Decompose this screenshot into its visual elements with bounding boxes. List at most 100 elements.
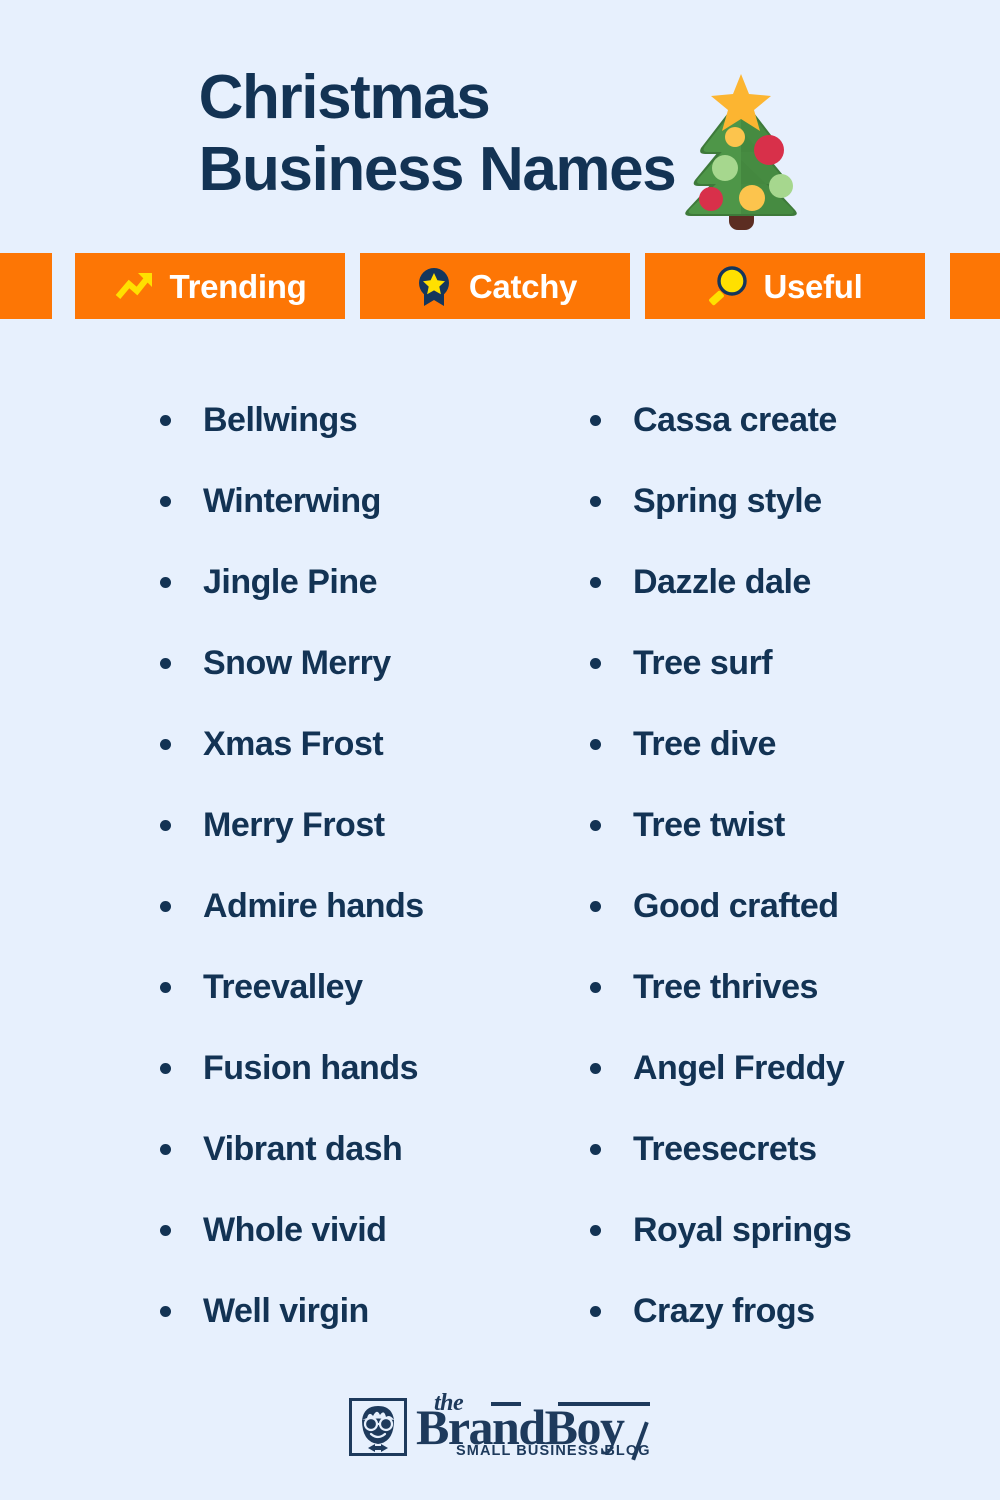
badge-useful-label: Useful xyxy=(763,267,863,305)
list-item[interactable]: Well virgin xyxy=(160,1271,570,1352)
badge-catchy[interactable]: Catchy xyxy=(360,253,630,319)
badge-bar: Trending Catchy Useful xyxy=(0,253,1000,319)
badge-strip-right-edge xyxy=(950,253,1000,319)
bullet-icon xyxy=(590,496,601,507)
list-item-label: Tree dive xyxy=(633,725,776,763)
list-item-label: Royal springs xyxy=(633,1211,852,1249)
right-column-list: Cassa create Spring style Dazzle dale Tr… xyxy=(590,380,1000,1352)
list-item-label: Well virgin xyxy=(203,1292,369,1330)
bullet-icon xyxy=(160,658,171,669)
award-medal-star-icon xyxy=(413,265,455,307)
badge-trending-label: Trending xyxy=(169,267,307,305)
left-column-list: Bellwings Winterwing Jingle Pine Snow Me… xyxy=(160,380,570,1352)
list-item-label: Tree surf xyxy=(633,644,773,682)
bullet-icon xyxy=(160,739,171,750)
logo-tagline: SMALL BUSINESS BLOG xyxy=(456,1443,651,1459)
list-item[interactable]: Tree twist xyxy=(590,785,1000,866)
bullet-icon xyxy=(590,1225,601,1236)
bullet-icon xyxy=(160,1063,171,1074)
list-item-label: Treevalley xyxy=(203,968,363,1006)
list-item-label: Crazy frogs xyxy=(633,1292,815,1330)
list-item-label: Admire hands xyxy=(203,887,424,925)
list-item-label: Winterwing xyxy=(203,482,381,520)
list-item-label: Tree twist xyxy=(633,806,785,844)
list-item[interactable]: Admire hands xyxy=(160,866,570,947)
list-item[interactable]: Whole vivid xyxy=(160,1190,570,1271)
list-item[interactable]: Spring style xyxy=(590,461,1000,542)
list-item-label: Fusion hands xyxy=(203,1049,419,1087)
title-block: Christmas Business Names xyxy=(199,62,802,243)
bullet-icon xyxy=(160,1306,171,1317)
list-item-label: Merry Frost xyxy=(203,806,385,844)
infographic-page: Christmas Business Names Trending Catchy… xyxy=(0,0,1000,1500)
list-item[interactable]: Dazzle dale xyxy=(590,542,1000,623)
page-title: Christmas Business Names xyxy=(198,62,677,206)
list-item-label: Treesecrets xyxy=(633,1130,817,1168)
bullet-icon xyxy=(590,820,601,831)
badge-catchy-label: Catchy xyxy=(468,267,578,305)
christmas-tree-icon xyxy=(681,68,801,243)
bullet-icon xyxy=(160,415,171,426)
list-item[interactable]: Tree dive xyxy=(590,704,1000,785)
bullet-icon xyxy=(590,739,601,750)
trending-up-arrow-icon xyxy=(114,265,156,307)
list-item[interactable]: Treevalley xyxy=(160,947,570,1028)
list-item[interactable]: Merry Frost xyxy=(160,785,570,866)
header: Christmas Business Names xyxy=(0,62,1000,252)
bullet-icon xyxy=(590,1144,601,1155)
page-title-line-1: Christmas xyxy=(198,63,491,132)
brandboy-logo[interactable]: the BrandBoy SMALL BUSINESS BLOG xyxy=(349,1390,651,1463)
name-lists: Bellwings Winterwing Jingle Pine Snow Me… xyxy=(0,380,1000,1370)
list-item[interactable]: Bellwings xyxy=(160,380,570,461)
list-item[interactable]: Xmas Frost xyxy=(160,704,570,785)
list-item-label: Vibrant dash xyxy=(203,1130,403,1168)
bullet-icon xyxy=(590,577,601,588)
list-item[interactable]: Tree surf xyxy=(590,623,1000,704)
list-item[interactable]: Angel Freddy xyxy=(590,1028,1000,1109)
boy-face-with-glasses-icon xyxy=(349,1398,407,1456)
list-item[interactable]: Crazy frogs xyxy=(590,1271,1000,1352)
bullet-icon xyxy=(590,415,601,426)
badge-strip-left-edge xyxy=(0,253,52,319)
bullet-icon xyxy=(590,658,601,669)
list-item[interactable]: Fusion hands xyxy=(160,1028,570,1109)
bullet-icon xyxy=(590,1306,601,1317)
bullet-icon xyxy=(160,577,171,588)
list-item-label: Xmas Frost xyxy=(203,725,384,763)
list-item[interactable]: Good crafted xyxy=(590,866,1000,947)
bullet-icon xyxy=(160,820,171,831)
list-item[interactable]: Treesecrets xyxy=(590,1109,1000,1190)
list-item[interactable]: Jingle Pine xyxy=(160,542,570,623)
list-item[interactable]: Snow Merry xyxy=(160,623,570,704)
list-item-label: Cassa create xyxy=(633,401,837,439)
list-item-label: Good crafted xyxy=(633,887,839,925)
footer: the BrandBoy SMALL BUSINESS BLOG xyxy=(0,1382,1000,1472)
list-item[interactable]: Royal springs xyxy=(590,1190,1000,1271)
bullet-icon xyxy=(590,982,601,993)
list-item[interactable]: Winterwing xyxy=(160,461,570,542)
list-item-label: Angel Freddy xyxy=(633,1049,845,1087)
list-item[interactable]: Cassa create xyxy=(590,380,1000,461)
list-item-label: Tree thrives xyxy=(633,968,818,1006)
page-title-line-2: Business Names xyxy=(198,135,677,204)
list-item-label: Whole vivid xyxy=(203,1211,387,1249)
list-item-label: Bellwings xyxy=(203,401,358,439)
badge-trending[interactable]: Trending xyxy=(75,253,345,319)
list-item-label: Jingle Pine xyxy=(203,563,378,601)
magnifying-glass-icon xyxy=(707,265,749,307)
left-column: Bellwings Winterwing Jingle Pine Snow Me… xyxy=(160,380,570,1370)
badge-useful[interactable]: Useful xyxy=(645,253,925,319)
list-item-label: Spring style xyxy=(633,482,822,520)
bullet-icon xyxy=(590,1063,601,1074)
bullet-icon xyxy=(590,901,601,912)
list-item-label: Snow Merry xyxy=(203,644,391,682)
bullet-icon xyxy=(160,1225,171,1236)
bullet-icon xyxy=(160,901,171,912)
right-column: Cassa create Spring style Dazzle dale Tr… xyxy=(590,380,1000,1370)
brandboy-wordmark: the BrandBoy SMALL BUSINESS BLOG xyxy=(416,1390,651,1463)
list-item-label: Dazzle dale xyxy=(633,563,811,601)
bullet-icon xyxy=(160,982,171,993)
list-item[interactable]: Tree thrives xyxy=(590,947,1000,1028)
list-item[interactable]: Vibrant dash xyxy=(160,1109,570,1190)
bullet-icon xyxy=(160,1144,171,1155)
